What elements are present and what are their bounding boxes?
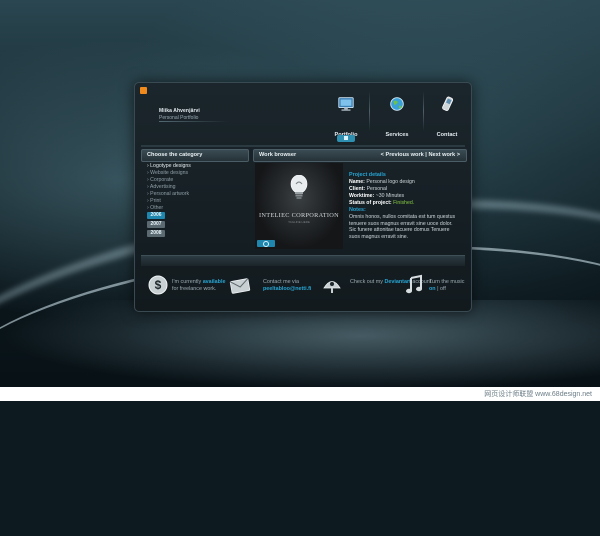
music-separator: | [437, 286, 439, 292]
year-filter: 2006 2007 2008 [147, 212, 165, 239]
availability-text: I'm currently available for freelance wo… [172, 279, 225, 293]
previous-work-link[interactable]: < Previous work [381, 152, 424, 158]
brand: Miika Ahvenjärvi Personal Portfolio [159, 108, 200, 121]
dollar-icon: $ [148, 275, 168, 295]
nav-separator [423, 91, 424, 131]
nav-item-services[interactable]: Services [377, 95, 417, 138]
zoom-button[interactable] [257, 240, 275, 247]
nav-separator [369, 91, 370, 131]
category-item-logotype[interactable]: › Logotype designs [147, 163, 191, 170]
category-label: Corporate [150, 177, 174, 183]
project-worktime-label: Worktime: [349, 193, 375, 199]
work-browser-header: Work browser < Previous work | Next work… [253, 149, 467, 162]
category-header: Choose the category [141, 149, 249, 162]
monitor-icon [338, 97, 354, 111]
project-client-value: Personal [366, 186, 388, 192]
nav-item-portfolio[interactable]: Portfolio [326, 95, 366, 138]
music-toggle-text: Turn the music on | off [429, 279, 464, 293]
work-browser-title: Work browser [259, 152, 297, 158]
deviantart-icon[interactable] [321, 274, 343, 296]
contact-email-link[interactable]: peeltabloo@netti.fi [263, 286, 311, 292]
project-status-label: Status of project: [349, 200, 392, 206]
category-label: Advertising [149, 184, 176, 190]
portfolio-panel: Miika Ahvenjärvi Personal Portfolio Port… [134, 82, 472, 312]
work-preview-image[interactable]: INTELIEC CORPORATION TAGLINE HERE [255, 163, 343, 249]
year-button-2007[interactable]: 2007 [147, 221, 165, 228]
project-worktime-row: Worktime: ~30 Minutes [349, 193, 459, 200]
preview-tagline: TAGLINE HERE [288, 220, 310, 224]
project-name-value: Personal logo design [366, 179, 415, 185]
music-off-link[interactable]: off [440, 286, 446, 292]
category-label: Other [150, 205, 164, 211]
category-title: Choose the category [147, 152, 203, 158]
contact-text: Contact me via peeltabloo@netti.fi [263, 279, 311, 293]
year-button-2008[interactable]: 2008 [147, 230, 165, 237]
music-note-icon [406, 274, 422, 294]
work-browser-nav: < Previous work | Next work > [381, 152, 460, 158]
brand-divider [159, 121, 229, 122]
notes-text: Omnis honos, nullos comitata est tum que… [349, 214, 456, 240]
project-name-row: Name: Personal logo design [349, 179, 459, 186]
category-label: Website designs [150, 170, 189, 176]
music-pre: Turn the music [429, 279, 465, 285]
nav-active-indicator [337, 135, 355, 142]
category-item-corporate[interactable]: › Corporate [147, 177, 191, 184]
svg-text:$: $ [155, 278, 162, 292]
project-client-row: Client: Personal [349, 186, 459, 193]
project-name-label: Name: [349, 179, 365, 185]
availability-post: for freelance work. [172, 286, 217, 292]
contact-pre: Contact me via [263, 279, 299, 285]
category-label: Print [150, 198, 161, 204]
envelope-icon[interactable] [229, 275, 251, 297]
globe-icon [390, 97, 404, 111]
project-details-heading: Project details [349, 172, 386, 178]
nav-separator-text: | [425, 152, 427, 158]
project-details: Project details Name: Personal logo desi… [349, 172, 459, 240]
nav-label-services: Services [385, 132, 409, 138]
category-item-website[interactable]: › Website designs [147, 170, 191, 177]
content-divider [141, 255, 465, 266]
project-client-label: Client: [349, 186, 366, 192]
header-divider [141, 145, 465, 147]
category-item-advertising[interactable]: › Advertising [147, 184, 191, 191]
category-item-personal-artwork[interactable]: › Personal artwork [147, 191, 191, 198]
category-list: › Logotype designs › Website designs › C… [147, 163, 191, 212]
lightbulb-icon [290, 175, 308, 199]
rss-icon[interactable] [140, 87, 147, 94]
preview-logo-text: INTELIEC CORPORATION [259, 212, 339, 219]
availability-status: available [202, 279, 226, 285]
project-status-row: Status of project: Finished. [349, 200, 459, 207]
project-status-value: Finished. [393, 200, 415, 206]
nav-label-contact: Contact [436, 132, 458, 138]
next-work-link[interactable]: Next work > [428, 152, 460, 158]
phone-icon [442, 96, 454, 111]
deviantart-pre: Check out my [350, 279, 383, 285]
project-worktime-value: ~30 Minutes [375, 193, 405, 199]
category-item-print[interactable]: › Print [147, 198, 191, 205]
availability-pre: I'm currently [172, 279, 202, 285]
site-credit: 网页设计师联盟 www.68design.net [484, 391, 592, 398]
brand-name: Miika Ahvenjärvi [159, 108, 200, 114]
category-label: Logotype designs [150, 163, 191, 169]
notes-heading: Notes: [349, 207, 366, 213]
music-on-link[interactable]: on [429, 286, 436, 292]
category-label: Personal artwork [150, 191, 190, 197]
category-item-other[interactable]: › Other [147, 205, 191, 212]
year-button-2006[interactable]: 2006 [147, 212, 165, 219]
nav-item-contact[interactable]: Contact [427, 95, 467, 138]
